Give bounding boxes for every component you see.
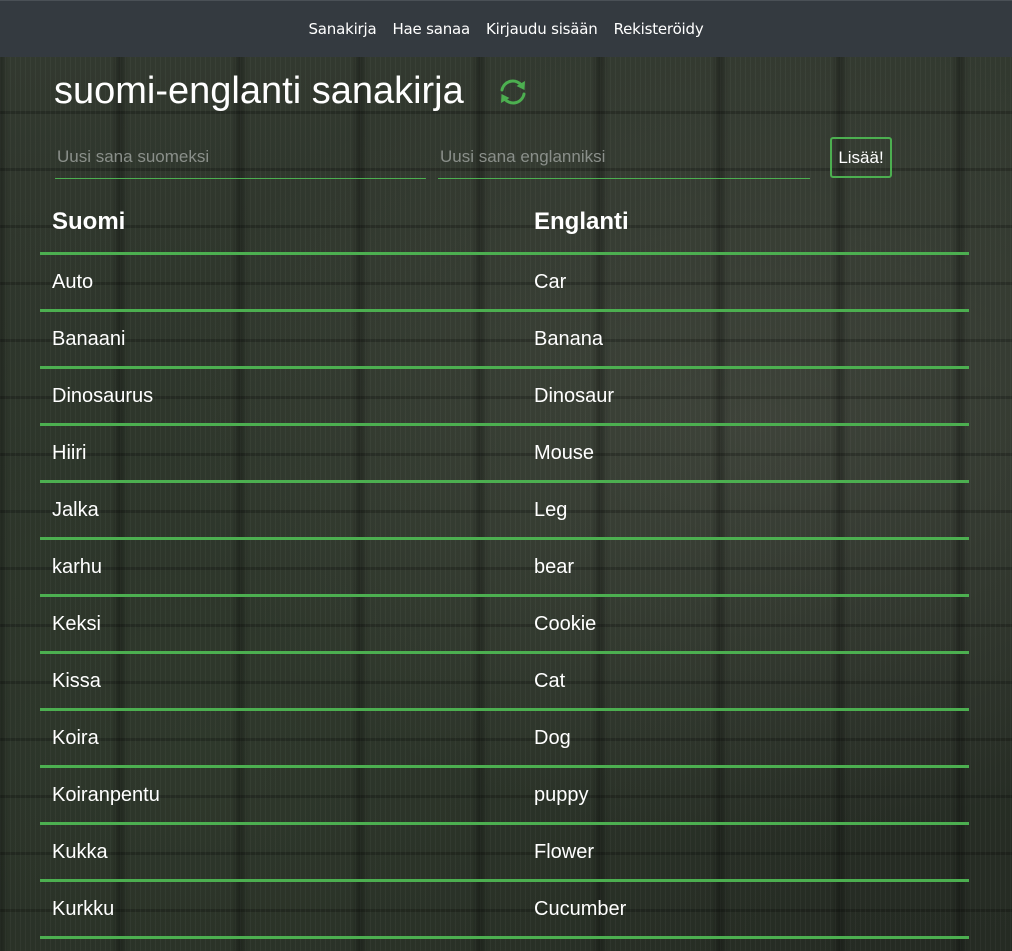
table-row: karhu bear (40, 540, 969, 597)
english-word-cell: Cucumber (534, 897, 627, 920)
table-row: Auto Car (40, 255, 969, 312)
table-row: Banaani Banana (40, 312, 969, 369)
column-header-english: Englanti (534, 207, 629, 235)
page-title: suomi-englanti sanakirja (54, 70, 464, 112)
finnish-word-cell: Keksi (52, 612, 101, 635)
finnish-word-cell: Kurkku (52, 897, 115, 920)
english-word-input[interactable] (438, 136, 810, 179)
english-word-cell: Cat (534, 669, 566, 692)
english-word-cell: bear (534, 555, 575, 578)
english-word-cell: Mouse (534, 441, 595, 464)
english-word-cell: Banana (534, 327, 603, 350)
finnish-word-cell: Kukka (52, 840, 108, 863)
finnish-word-input[interactable] (55, 136, 426, 179)
finnish-word-cell: Koira (52, 726, 99, 749)
table-row: Hiiri Mouse (40, 426, 969, 483)
finnish-word-cell: Kissa (52, 669, 101, 692)
table-row: Kukka Flower (40, 825, 969, 882)
nav-link-sanakirja[interactable]: Sanakirja (308, 20, 376, 38)
table-row: Keksi Cookie (40, 597, 969, 654)
column-header-finnish: Suomi (52, 207, 126, 235)
finnish-word-cell: karhu (52, 555, 103, 578)
table-row: Kissa Cat (40, 654, 969, 711)
nav-link-rekisteroidy[interactable]: Rekisteröidy (614, 20, 704, 38)
english-word-cell: Car (534, 270, 567, 293)
navbar: Sanakirja Hae sanaa Kirjaudu sisään Reki… (0, 0, 1012, 57)
nav-link-hae-sanaa[interactable]: Hae sanaa (392, 20, 470, 38)
table-header-row: Suomi Englanti (40, 191, 969, 255)
finnish-word-cell: Koiranpentu (52, 783, 160, 806)
finnish-word-cell: Auto (52, 270, 94, 293)
table-row: Jalka Leg (40, 483, 969, 540)
table-row: Koira Dog (40, 711, 969, 768)
finnish-word-cell: Banaani (52, 327, 126, 350)
refresh-icon[interactable] (496, 75, 530, 109)
add-word-button[interactable]: Lisää! (830, 137, 892, 178)
finnish-word-cell: Hiiri (52, 441, 87, 464)
dictionary-table: Suomi Englanti Auto Car Banaani Banana D… (40, 191, 969, 939)
english-word-cell: Dog (534, 726, 571, 749)
english-word-cell: Dinosaur (534, 384, 615, 407)
title-row: suomi-englanti sanakirja (54, 70, 530, 113)
table-row: Kurkku Cucumber (40, 882, 969, 939)
english-word-cell: puppy (534, 783, 589, 806)
finnish-word-cell: Dinosaurus (52, 384, 154, 407)
english-word-cell: Flower (534, 840, 595, 863)
table-row: Koiranpentu puppy (40, 768, 969, 825)
english-word-cell: Leg (534, 498, 568, 521)
english-word-cell: Cookie (534, 612, 597, 635)
finnish-word-cell: Jalka (52, 498, 99, 521)
nav-link-kirjaudu[interactable]: Kirjaudu sisään (486, 20, 598, 38)
table-row: Dinosaurus Dinosaur (40, 369, 969, 426)
